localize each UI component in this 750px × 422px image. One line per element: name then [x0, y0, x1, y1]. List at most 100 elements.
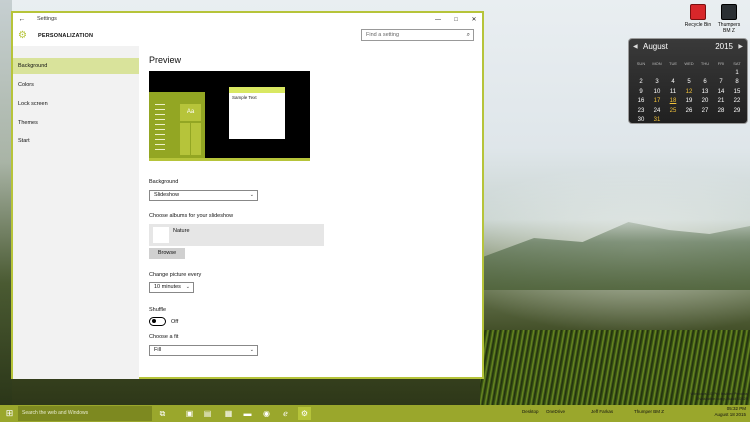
- calendar-day[interactable]: 8: [729, 78, 745, 88]
- calendar-day[interactable]: 14: [713, 88, 729, 98]
- calendar-day[interactable]: 5: [681, 78, 697, 88]
- drive-shortcut-label: Thumpers BM Z: [717, 22, 741, 34]
- back-button[interactable]: ←: [17, 15, 27, 25]
- taskbar-app-edge[interactable]: ℯ: [279, 407, 292, 420]
- calendar-day[interactable]: 25: [665, 107, 681, 117]
- sidebar-item-themes[interactable]: Themes: [13, 115, 139, 131]
- taskbar-app-store[interactable]: ▣: [183, 407, 196, 420]
- calendar-day[interactable]: 10: [649, 88, 665, 98]
- change-picture-value: 10 minutes: [154, 284, 181, 290]
- taskbar-clock[interactable]: 05:32 PM August 18 2015: [714, 406, 746, 417]
- calendar-day[interactable]: 1: [729, 69, 745, 79]
- chevron-down-icon: ⌄: [249, 347, 254, 353]
- shuffle-state: Off: [171, 319, 179, 325]
- calendar-day[interactable]: 7: [713, 78, 729, 88]
- change-picture-dropdown[interactable]: 10 minutes ⌄: [149, 282, 194, 293]
- search-input[interactable]: Find a setting ⌕: [361, 29, 474, 41]
- preview-window: Sample Text: [229, 87, 285, 139]
- calendar-day[interactable]: 12: [681, 88, 697, 98]
- page-title: PERSONALIZATION: [38, 33, 94, 39]
- calendar-day[interactable]: 18: [665, 97, 681, 107]
- minimize-button[interactable]: —: [432, 14, 444, 26]
- drive-icon: [721, 4, 737, 20]
- settings-header: ⚙ PERSONALIZATION Find a setting ⌕: [13, 27, 482, 46]
- taskbar: ⊞ Search the web and Windows ⧉ ▣ ▤ ▦ ▬ ◉…: [0, 405, 750, 422]
- album-name: Nature: [173, 228, 190, 234]
- calendar-prev-icon[interactable]: ◀: [633, 43, 638, 50]
- folder-icon: ▬: [243, 409, 252, 418]
- fit-dropdown[interactable]: Fill ⌄: [149, 345, 258, 356]
- calendar-day[interactable]: 21: [713, 97, 729, 107]
- calendar-day[interactable]: 9: [633, 88, 649, 98]
- calendar-day[interactable]: 30: [633, 116, 649, 126]
- browse-button[interactable]: Browse: [149, 248, 185, 259]
- window-title: Settings: [37, 16, 57, 22]
- change-picture-label: Change picture every: [149, 272, 202, 278]
- taskbar-search-input[interactable]: Search the web and Windows: [18, 406, 152, 421]
- maximize-button[interactable]: □: [450, 14, 462, 26]
- calendar-day[interactable]: 2: [633, 78, 649, 88]
- calendar-month: August: [643, 42, 668, 51]
- drive-shortcut-desktop-icon[interactable]: Thumpers BM Z: [714, 4, 744, 34]
- preview-start-menu: Aa: [149, 92, 205, 158]
- calendar-grid: SUN MON TUE WED THU FRI SAT 1 2 3 4 5 6 7 8 9 10 11 12 13 14…: [633, 59, 745, 126]
- firefox-icon: ◉: [263, 409, 270, 418]
- tray-drive[interactable]: Thumper BM Z: [634, 409, 664, 414]
- calendar-day[interactable]: 13: [697, 88, 713, 98]
- calendar-day[interactable]: 6: [697, 78, 713, 88]
- calendar-day: [649, 69, 665, 79]
- calendar-day[interactable]: 26: [681, 107, 697, 117]
- calendar-day[interactable]: 15: [729, 88, 745, 98]
- calendar-weekday: WED: [684, 61, 694, 66]
- sidebar-item-background[interactable]: Background: [13, 58, 139, 74]
- calendar-day[interactable]: 3: [649, 78, 665, 88]
- calendar-day[interactable]: 20: [697, 97, 713, 107]
- calendar-day[interactable]: 17: [649, 97, 665, 107]
- taskbar-app-settings[interactable]: ⚙: [298, 407, 311, 420]
- taskbar-app-calculator[interactable]: ▤: [201, 407, 214, 420]
- tray-desktop-toolbar[interactable]: Desktop: [522, 409, 539, 414]
- sidebar-item-start[interactable]: Start: [13, 133, 139, 149]
- gear-icon: ⚙: [300, 409, 309, 418]
- taskbar-app-firefox[interactable]: ◉: [260, 407, 273, 420]
- windows-watermark: Windows 10 Pro Insider Preview Evaluatio…: [690, 391, 748, 401]
- calendar-day[interactable]: 31: [649, 116, 665, 126]
- task-view-button[interactable]: ⧉: [156, 407, 169, 420]
- album-item[interactable]: Nature: [149, 224, 324, 246]
- start-button[interactable]: ⊞: [4, 408, 15, 419]
- calendar-day: [633, 69, 649, 79]
- calendar-day: [697, 116, 713, 126]
- shuffle-toggle[interactable]: [149, 317, 166, 326]
- tray-onedrive[interactable]: OneDrive: [546, 409, 565, 414]
- calculator-icon: ▤: [203, 409, 212, 418]
- calendar-day: [729, 116, 745, 126]
- calendar-day[interactable]: 28: [713, 107, 729, 117]
- calendar-day[interactable]: 29: [729, 107, 745, 117]
- chevron-down-icon: ⌄: [249, 192, 254, 198]
- taskbar-app-photos[interactable]: ▦: [222, 407, 235, 420]
- calendar-day[interactable]: 4: [665, 78, 681, 88]
- calendar-day[interactable]: 19: [681, 97, 697, 107]
- taskbar-app-file-explorer[interactable]: ▬: [241, 407, 254, 420]
- sidebar-item-colors[interactable]: Colors: [13, 77, 139, 93]
- recycle-bin-desktop-icon[interactable]: Recycle Bin: [683, 4, 713, 28]
- background-label: Background: [149, 179, 179, 185]
- calendar-day[interactable]: 24: [649, 107, 665, 117]
- calendar-next-icon[interactable]: ▶: [738, 43, 743, 50]
- tray-user[interactable]: Jeff Farkas: [591, 409, 613, 414]
- background-dropdown[interactable]: Slideshow ⌄: [149, 190, 258, 201]
- search-placeholder: Find a setting: [366, 32, 400, 38]
- sidebar-item-lock-screen[interactable]: Lock screen: [13, 96, 139, 112]
- gear-icon: ⚙: [18, 30, 27, 41]
- calendar-day[interactable]: 22: [729, 97, 745, 107]
- preview-tile: Aa: [180, 104, 201, 121]
- settings-content: Preview Aa Sample Text Background Slides…: [139, 46, 482, 379]
- calendar-day[interactable]: 11: [665, 88, 681, 98]
- background-dropdown-value: Slideshow: [154, 192, 180, 198]
- calendar-day[interactable]: 16: [633, 97, 649, 107]
- close-button[interactable]: ✕: [468, 14, 480, 26]
- search-icon[interactable]: ⌕: [467, 30, 470, 40]
- calendar-day[interactable]: 23: [633, 107, 649, 117]
- calendar-day[interactable]: 27: [697, 107, 713, 117]
- shuffle-label: Shuffle: [149, 307, 167, 313]
